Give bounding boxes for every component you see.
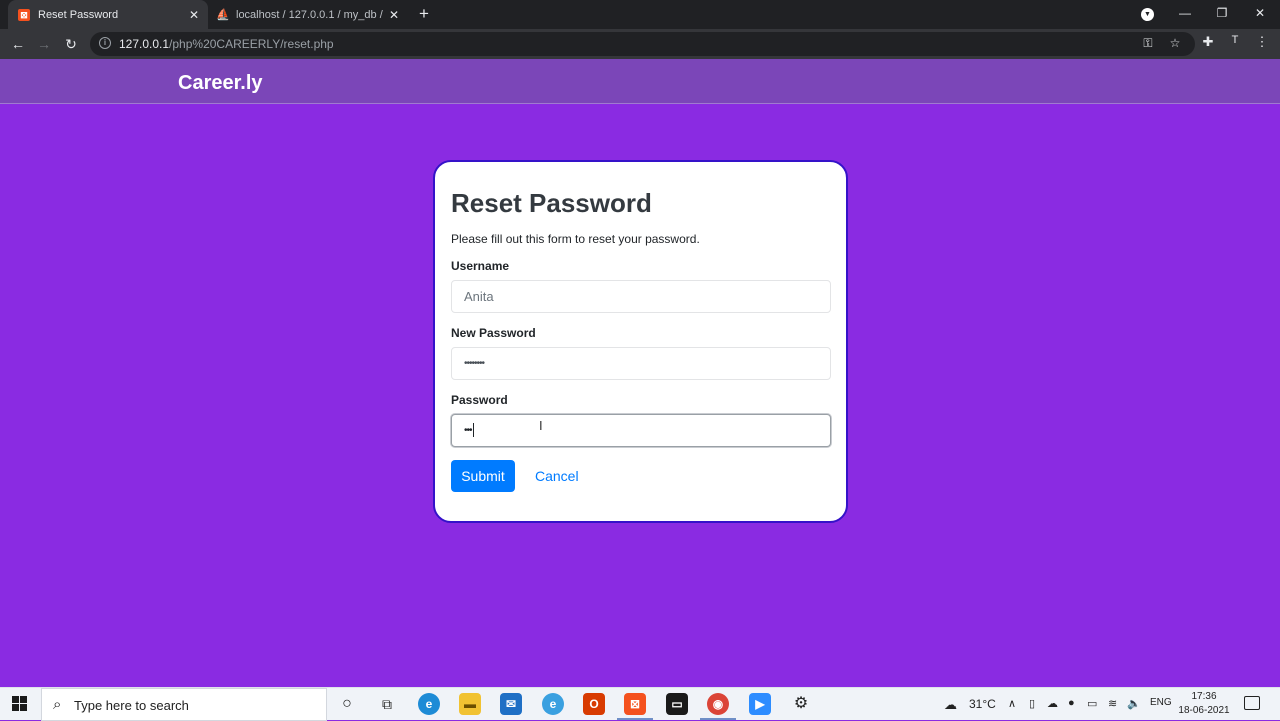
file-explorer-icon[interactable]: ▬ <box>459 693 481 715</box>
new-tab-button[interactable]: + <box>414 4 434 24</box>
clock-time: 17:36 <box>1191 691 1217 702</box>
reset-password-card: Reset Password Please fill out this form… <box>433 160 848 523</box>
internet-explorer-icon[interactable]: e <box>542 693 564 715</box>
zoom-icon[interactable]: ▶ <box>749 693 771 715</box>
password-label: Password <box>451 393 508 407</box>
star-icon[interactable]: ☆ <box>1167 36 1183 50</box>
menu-icon[interactable]: ⋮ <box>1252 34 1272 50</box>
clock-date: 18-06-2021 <box>1178 705 1230 716</box>
brand-logo[interactable]: Career.ly <box>178 72 263 95</box>
terminal-icon[interactable]: ▭ <box>666 693 688 715</box>
password-value: ••• <box>464 425 472 436</box>
back-icon[interactable]: ← <box>8 34 28 54</box>
forward-icon[interactable]: → <box>34 34 54 54</box>
key-icon[interactable]: ⚿ <box>1140 36 1156 51</box>
submit-button[interactable]: Submit <box>451 460 515 492</box>
settings-gear-icon[interactable]: ⚙ <box>790 693 812 715</box>
system-clock[interactable]: 17:36 18-06-2021 <box>1174 690 1234 718</box>
search-icon: ⌕ <box>53 696 62 713</box>
page-title: Reset Password <box>451 188 652 218</box>
text-cursor-icon: I <box>539 418 543 433</box>
site-navbar: Career.ly <box>0 59 1280 104</box>
language-indicator[interactable]: ENG <box>1150 697 1172 708</box>
site-info-icon[interactable]: i <box>99 37 111 49</box>
chrome-icon[interactable]: ◉ <box>707 693 729 715</box>
xampp-icon[interactable]: ⊠ <box>624 693 646 715</box>
weather-temp[interactable]: 31°C <box>969 697 996 711</box>
office-icon[interactable]: O <box>583 693 605 715</box>
xampp-icon: ⊠ <box>18 8 30 21</box>
page-content: Career.ly Reset Password Please fill out… <box>0 59 1280 687</box>
notification-center-icon[interactable] <box>1244 696 1260 710</box>
new-password-label: New Password <box>451 326 536 340</box>
text-caret <box>472 423 474 438</box>
restore-icon[interactable]: ❐ <box>1202 0 1242 29</box>
reload-icon[interactable]: ↻ <box>61 34 81 54</box>
minimize-icon[interactable]: — <box>1165 0 1205 29</box>
close-tab-icon[interactable]: ✕ <box>386 8 402 22</box>
close-tab-icon[interactable]: ✕ <box>186 8 202 22</box>
tab-title: localhost / 127.0.0.1 / my_db / u <box>236 8 386 21</box>
show-hidden-icons-icon[interactable]: ∧ <box>1008 697 1016 710</box>
weather-icon[interactable]: ☁ <box>944 697 957 713</box>
extensions-icon[interactable]: ✚ <box>1198 34 1218 50</box>
address-bar[interactable]: i 127.0.0.1/php%20CAREERLY/reset.php ⚿ ☆ <box>90 32 1195 56</box>
task-view-icon[interactable]: ⧉ <box>376 693 398 715</box>
tab-reset-password[interactable]: ⊠ Reset Password ✕ <box>8 0 208 29</box>
taskbar-search[interactable]: ⌕ Type here to search <box>41 688 327 721</box>
device-icon[interactable]: ▯ <box>1029 697 1035 710</box>
browser-tab-strip: ⊠ Reset Password ✕ ⛵ localhost / 127.0.0… <box>0 0 1280 29</box>
tab-search-icon[interactable]: ▼ <box>1141 8 1154 21</box>
phpmyadmin-icon: ⛵ <box>216 8 230 21</box>
volume-icon[interactable]: 🔈 <box>1127 697 1141 710</box>
username-label: Username <box>451 259 510 273</box>
tab-phpmyadmin[interactable]: ⛵ localhost / 127.0.0.1 / my_db / u ✕ <box>208 0 408 29</box>
password-field[interactable]: ••• <box>451 414 831 447</box>
windows-start-icon[interactable] <box>12 696 28 712</box>
cancel-link[interactable]: Cancel <box>535 468 579 484</box>
form-description: Please fill out this form to reset your … <box>451 232 700 246</box>
url-text: 127.0.0.1/php%20CAREERLY/reset.php <box>119 37 334 51</box>
mail-icon[interactable]: ✉ <box>500 693 522 715</box>
wifi-icon[interactable]: ≋ <box>1108 697 1117 710</box>
cortana-icon[interactable]: ○ <box>336 693 358 715</box>
onedrive-icon[interactable]: ☁ <box>1047 697 1058 710</box>
battery-icon[interactable]: ▭ <box>1087 697 1097 710</box>
close-window-icon[interactable]: ✕ <box>1240 0 1280 29</box>
search-placeholder: Type here to search <box>74 698 189 713</box>
tab-title: Reset Password <box>38 8 119 21</box>
edge-icon[interactable]: e <box>418 693 440 715</box>
profile-avatar[interactable]: T <box>1225 34 1245 46</box>
microphone-icon[interactable]: ● <box>1068 697 1075 709</box>
browser-toolbar: ← → ↻ i 127.0.0.1/php%20CAREERLY/reset.p… <box>0 29 1280 59</box>
username-field[interactable]: Anita <box>451 280 831 313</box>
windows-taskbar: ⌕ Type here to search ○ ⧉ e ▬ ✉ e O ⊠ ▭ … <box>0 687 1280 721</box>
new-password-field[interactable]: •••••••• <box>451 347 831 380</box>
